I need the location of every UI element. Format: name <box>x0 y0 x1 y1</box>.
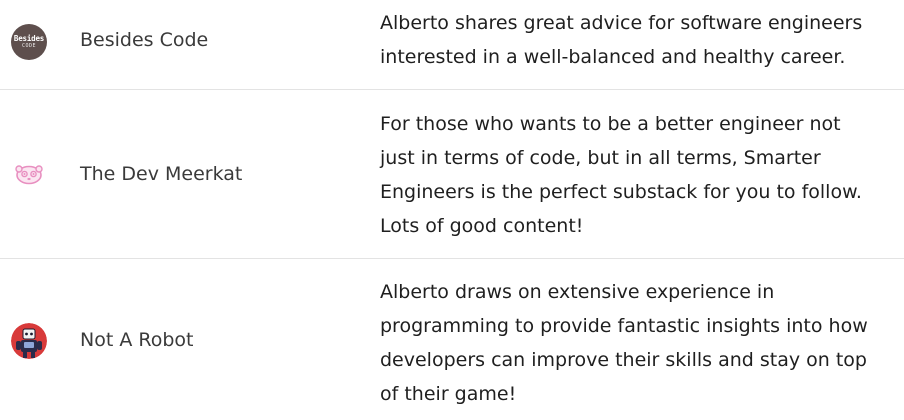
not-a-robot-avatar[interactable] <box>11 323 47 359</box>
recommendation-row[interactable]: Not A Robot Alberto draws on extensive e… <box>0 259 904 420</box>
meerkat-icon <box>15 165 43 185</box>
recommendation-text: For those who wants to be a better engin… <box>380 113 862 237</box>
robot-icon <box>11 323 47 359</box>
publication-name[interactable]: Besides Code <box>80 29 208 51</box>
avatar-logo-text: Besides <box>13 33 45 43</box>
recommendations-list: Besides CODE Besides Code Alberto shares… <box>0 0 904 420</box>
recommendation-row[interactable]: Besides CODE Besides Code Alberto shares… <box>0 0 904 90</box>
besides-code-avatar[interactable]: Besides CODE <box>11 24 47 60</box>
recommendation-text: Alberto draws on extensive experience in… <box>380 281 868 405</box>
dev-meerkat-avatar[interactable] <box>11 156 47 192</box>
recommendation-text: Alberto shares great advice for software… <box>380 12 863 68</box>
avatar-logo-subtext: CODE <box>21 43 37 50</box>
publication-name[interactable]: The Dev Meerkat <box>80 163 242 185</box>
publication-name[interactable]: Not A Robot <box>80 329 193 351</box>
recommendation-row[interactable]: The Dev Meerkat For those who wants to b… <box>0 90 904 259</box>
